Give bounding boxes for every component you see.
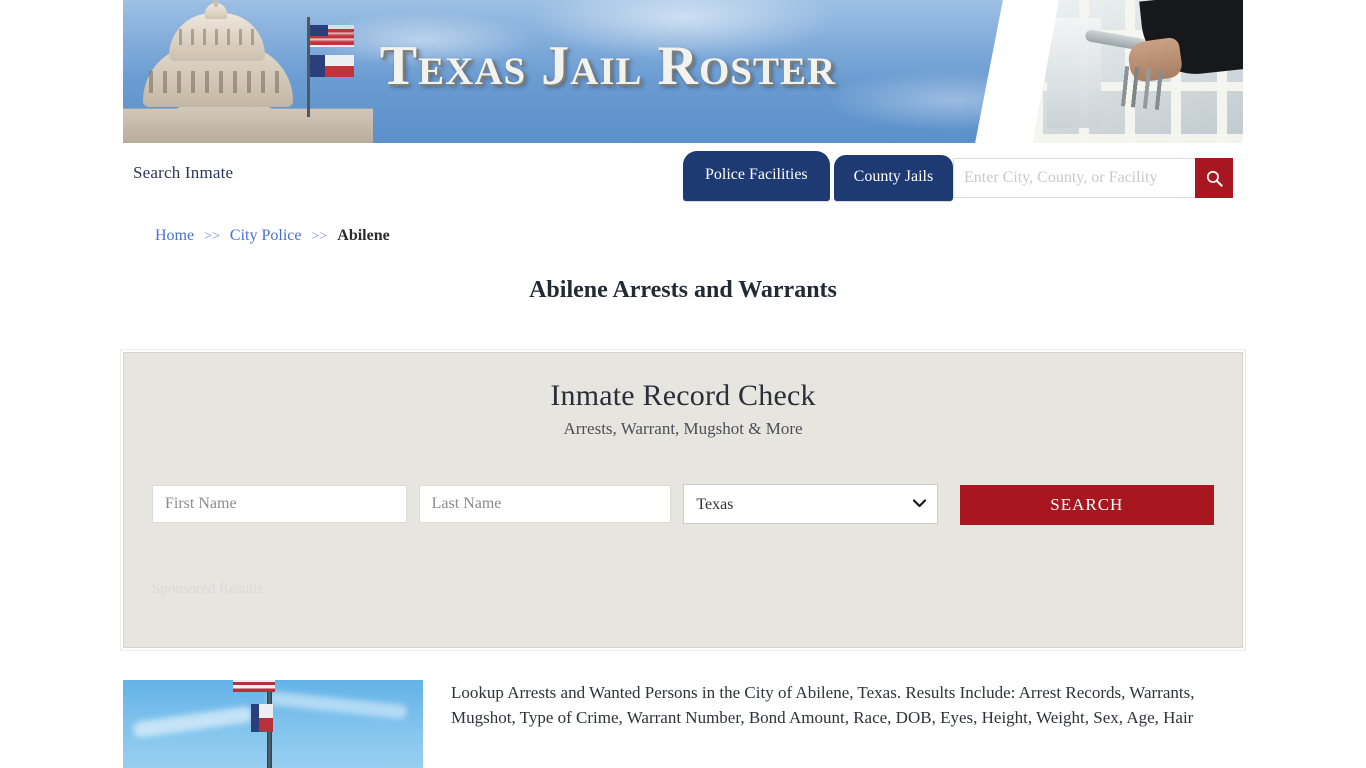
- inmate-search-button[interactable]: SEARCH: [959, 485, 1215, 525]
- us-flag-icon: [233, 680, 275, 692]
- texas-flag-icon: [251, 704, 273, 732]
- tab-police-facilities[interactable]: Police Facilities: [683, 151, 830, 201]
- breadcrumb-home[interactable]: Home: [155, 227, 194, 244]
- search-panel-wrapper: Inmate Record Check Arrests, Warrant, Mu…: [120, 304, 1246, 651]
- first-name-input[interactable]: [152, 485, 407, 523]
- sponsored-results-label: Sponsored Results: [152, 581, 264, 597]
- cloud-shape: [266, 690, 408, 720]
- content-body-text: Lookup Arrests and Wanted Persons in the…: [451, 683, 1195, 727]
- inmate-record-check-panel: Inmate Record Check Arrests, Warrant, Mu…: [120, 349, 1246, 651]
- site-banner: Texas Jail Roster: [123, 0, 1243, 143]
- abilene-flag-photo: [123, 680, 423, 768]
- tab-county-jails[interactable]: County Jails: [833, 155, 954, 201]
- facility-search: [953, 158, 1233, 198]
- facility-search-input[interactable]: [953, 158, 1195, 198]
- cloud-shape: [132, 705, 254, 739]
- inmate-search-form: Texas SEARCH: [152, 483, 1215, 525]
- content-section: Lookup Arrests and Wanted Persons in the…: [123, 648, 1243, 768]
- brand-search-inmate[interactable]: Search Inmate: [133, 163, 233, 183]
- state-select-wrapper: Texas: [683, 484, 938, 524]
- facility-search-button[interactable]: [1195, 158, 1233, 198]
- breadcrumb-separator: >>: [311, 229, 328, 244]
- state-select[interactable]: Texas: [683, 484, 938, 524]
- capitol-spire: [214, 0, 218, 7]
- page-title: Abilene Arrests and Warrants: [529, 277, 837, 303]
- navigation-bar: Search Inmate Police Facilities County J…: [123, 143, 1243, 205]
- panel-subtitle: Arrests, Warrant, Mugshot & More: [563, 419, 803, 438]
- panel-title: Inmate Record Check: [550, 379, 816, 412]
- last-name-input[interactable]: [418, 485, 672, 523]
- nav-tabs: Police Facilities County Jails: [683, 151, 954, 201]
- banner-title: Texas Jail Roster: [379, 35, 837, 97]
- breadcrumb-city-police[interactable]: City Police: [230, 227, 302, 244]
- breadcrumb-separator: >>: [204, 229, 220, 244]
- breadcrumb: Home >> City Police >> Abilene: [123, 205, 1243, 245]
- search-icon: [1206, 170, 1223, 187]
- page-root: Texas Jail Roster Search Inmate Police F…: [0, 0, 1366, 768]
- breadcrumb-current: Abilene: [337, 227, 390, 244]
